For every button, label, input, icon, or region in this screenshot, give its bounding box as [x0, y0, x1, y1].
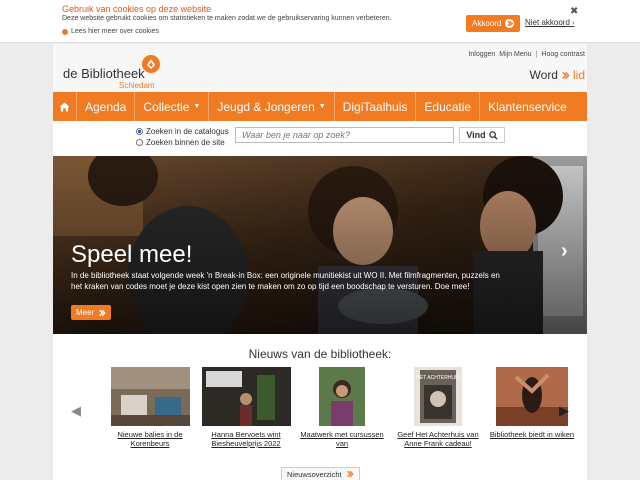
- news-thumbnail: [201, 367, 291, 426]
- chevron-down-icon: ▼: [193, 103, 201, 110]
- cookie-disagree-label: Niet akkoord: [525, 18, 570, 27]
- hero-headline: Speel mee!: [71, 241, 193, 268]
- search-button-label: Vind: [466, 130, 486, 140]
- word-label: Word: [529, 68, 558, 82]
- nav-label: Klantenservice: [488, 99, 567, 114]
- arrow-right-icon: [99, 309, 106, 316]
- hero-more-button[interactable]: Meer: [71, 305, 112, 320]
- chevron-left-icon[interactable]: ◀: [71, 403, 81, 419]
- news-thumbnail: HET ACHTERHUIS: [414, 367, 462, 426]
- book-title: HET ACHTERHUIS: [416, 375, 460, 381]
- top-links: Inloggen Mijn Menu | Hoog contrast: [468, 51, 585, 58]
- nav-item-collectie[interactable]: Collectie ▼: [135, 92, 210, 121]
- news-caption: Hanna Bervoets wint Biesheuvelprijs 2022: [211, 430, 281, 448]
- main-nav: Agenda Collectie ▼ Jeugd & Jongeren ▼ Digi…: [53, 92, 587, 121]
- become-member-link[interactable]: Word lid: [530, 68, 585, 82]
- news-card[interactable]: HET ACHTERHUIS Geef Het Achterhuis van A…: [393, 367, 483, 448]
- search-icon: [488, 130, 498, 140]
- cookie-more-link[interactable]: Lees hier meer over cookies: [62, 28, 159, 35]
- hero-more-label: Meer: [76, 308, 95, 317]
- slider-next-icon[interactable]: ›: [561, 240, 568, 263]
- separator: |: [535, 51, 538, 58]
- news-caption: Geef Het Achterhuis van Anne Frank cadea…: [397, 430, 479, 448]
- cookie-description: Deze website gebruikt cookies om statist…: [62, 15, 392, 22]
- chevron-down-icon: ▼: [318, 103, 326, 110]
- cookie-more-label: Lees hier meer over cookies: [71, 28, 159, 35]
- arrow-right-icon: [505, 19, 515, 28]
- nav-label: Educatie: [424, 99, 472, 114]
- radio-catalog-label: Zoeken in de catalogus: [146, 127, 229, 136]
- news-card[interactable]: Hanna Bervoets wint Biesheuvelprijs 2022: [201, 367, 291, 448]
- radio-catalog[interactable]: Zoeken in de catalogus: [136, 126, 229, 137]
- news-carousel: ◀ Nieuwe balies in de Korenbeurs Hanna B…: [53, 367, 587, 457]
- radio-selected-icon: [136, 128, 143, 135]
- radio-site[interactable]: Zoeken binnen de site: [136, 137, 229, 148]
- chevron-right-icon: ›: [572, 20, 575, 27]
- news-thumbnail: [110, 367, 190, 426]
- chevron-right-icon[interactable]: ▶: [559, 403, 569, 419]
- radio-site-label: Zoeken binnen de site: [146, 138, 225, 147]
- cookie-agree-label: Akkoord: [472, 19, 502, 28]
- hero-body: In de bibliotheek staat volgende week 'n…: [71, 271, 500, 291]
- cookie-disagree-link[interactable]: Niet akkoord ›: [525, 18, 575, 27]
- cookie-agree-button[interactable]: Akkoord: [466, 15, 521, 32]
- my-menu-link[interactable]: Mijn Menu: [499, 51, 531, 58]
- logo-subtitle: Schiedam: [119, 81, 155, 90]
- news-title: Nieuws van de bibliotheek:: [248, 347, 392, 361]
- news-thumbnail: [319, 367, 365, 426]
- arrow-right-icon: [562, 71, 570, 79]
- news-card[interactable]: Nieuwe balies in de Korenbeurs: [105, 367, 195, 448]
- login-link[interactable]: Inloggen: [468, 51, 495, 58]
- nav-item-digitaalhuis[interactable]: DigiTaalhuis: [335, 92, 417, 121]
- news-overview-button[interactable]: Nieuwsoverzicht: [281, 467, 360, 480]
- nav-item-educatie[interactable]: Educatie: [416, 92, 481, 121]
- news-caption: Nieuwe balies in de Korenbeurs: [117, 430, 183, 448]
- news-thumbnail: [496, 367, 568, 426]
- nav-label: Agenda: [85, 99, 127, 114]
- cookie-bar: Gebruik van cookies op deze website Deze…: [0, 0, 640, 43]
- nav-item-agenda[interactable]: Agenda: [77, 92, 136, 121]
- hero-slide: Speel mee! In de bibliotheek staat volge…: [53, 156, 587, 334]
- nav-label: Collectie: [143, 99, 190, 114]
- nav-item-jeugd[interactable]: Jeugd & Jongeren ▼: [209, 92, 335, 121]
- arrow-right-icon: [346, 470, 354, 478]
- news-card[interactable]: Maatwerk met cursussen van: [297, 367, 387, 448]
- nav-item-klantenservice[interactable]: Klantenservice: [480, 92, 575, 121]
- logo-name: de Bibliotheek: [63, 66, 145, 81]
- home-icon: [59, 101, 70, 112]
- nav-home[interactable]: [53, 92, 77, 121]
- news-caption: Bibliotheek biedt in wiken: [489, 430, 575, 439]
- nav-label: Jeugd & Jongeren: [217, 99, 315, 114]
- close-icon[interactable]: ✖: [570, 6, 578, 17]
- search-input[interactable]: Waar ben je naar op zoek?: [235, 127, 454, 143]
- radio-empty-icon: [136, 139, 143, 146]
- search-scope: Zoeken in de catalogus Zoeken binnen de …: [136, 126, 229, 148]
- news-overview-label: Nieuwsoverzicht: [287, 469, 342, 479]
- nav-label: DigiTaalhuis: [342, 99, 408, 114]
- lid-label: lid: [572, 68, 585, 82]
- bullet-icon: [62, 28, 68, 35]
- high-contrast-link[interactable]: Hoog contrast: [541, 51, 585, 58]
- cookie-title: Gebruik van cookies op deze website: [62, 4, 212, 14]
- logo[interactable]: de Bibliotheek Schiedam: [63, 52, 173, 92]
- page-container: Inloggen Mijn Menu | Hoog contrast de Bi…: [53, 44, 587, 480]
- search-button[interactable]: Vind: [459, 127, 505, 143]
- news-caption: Maatwerk met cursussen van: [300, 430, 384, 448]
